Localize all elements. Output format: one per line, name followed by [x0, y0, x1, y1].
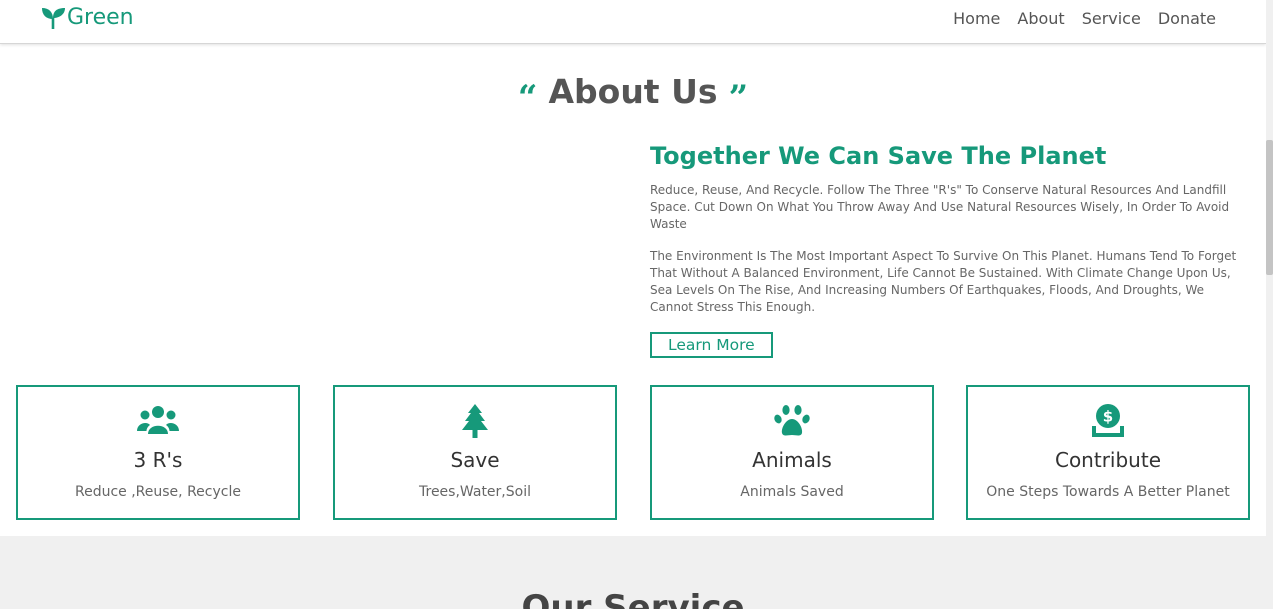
about-paragraph-1: Reduce, Reuse, And Recycle. Follow The T…	[650, 183, 1230, 231]
about-title: About Us	[548, 72, 718, 111]
about-subtitle: Together We Can Save The Planet	[650, 142, 1107, 170]
paw-icon	[774, 405, 810, 436]
nav-service-link[interactable]: Service	[1082, 9, 1141, 28]
brand-name: Green	[67, 5, 134, 30]
users-icon	[137, 406, 179, 434]
nav-about-link[interactable]: About	[1017, 9, 1064, 28]
card-title: 3 R's	[133, 448, 183, 472]
card-title: Animals	[752, 448, 832, 472]
card-subtitle: Animals Saved	[740, 484, 844, 500]
card-subtitle: Trees,Water,Soil	[419, 484, 531, 500]
nav-menu: Home About Service Donate	[936, 9, 1216, 28]
card-subtitle: One Steps Towards A Better Planet	[986, 484, 1230, 500]
card-3rs: 3 R's Reduce ,Reuse, Recycle	[16, 385, 300, 520]
close-quote-icon: ”	[728, 78, 749, 118]
about-content: Together We Can Save The Planet Reduce, …	[650, 142, 1250, 358]
card-contribute: $ Contribute One Steps Towards A Better …	[966, 385, 1250, 520]
services-heading: Our Service	[521, 588, 745, 609]
vertical-scrollbar[interactable]	[1266, 0, 1273, 609]
card-animals: Animals Animals Saved	[650, 385, 934, 520]
card-title: Save	[450, 448, 500, 472]
nav-donate-link[interactable]: Donate	[1158, 9, 1216, 28]
sprout-icon	[42, 7, 65, 29]
open-quote-icon: “	[517, 78, 538, 118]
about-heading: “ About Us ”	[0, 72, 1266, 118]
card-save: Save Trees,Water,Soil	[333, 385, 617, 520]
about-paragraph-2: The Environment Is The Most Important As…	[650, 249, 1237, 314]
tree-icon	[462, 404, 488, 438]
brand-logo[interactable]: Green	[41, 5, 134, 30]
svg-text:$: $	[1103, 408, 1113, 426]
card-title: Contribute	[1054, 448, 1161, 472]
card-subtitle: Reduce ,Reuse, Recycle	[75, 484, 241, 500]
scrollbar-thumb[interactable]	[1266, 140, 1273, 275]
nav-home-link[interactable]: Home	[953, 9, 1000, 28]
navbar: Green Home About Service Donate	[0, 0, 1266, 44]
donate-icon: $	[1092, 404, 1124, 437]
learn-more-button[interactable]: Learn More	[650, 331, 773, 358]
